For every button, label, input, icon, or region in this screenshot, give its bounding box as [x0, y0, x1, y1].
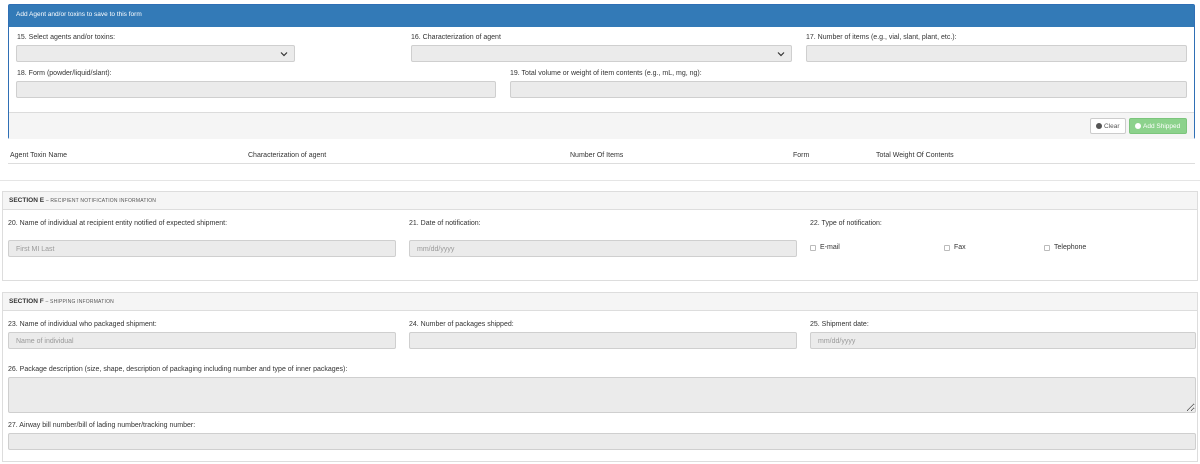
section-divider	[0, 180, 1200, 181]
chevron-down-icon	[777, 52, 785, 57]
plus-circle-icon	[1135, 123, 1141, 129]
add-shipped-button[interactable]: Add Shipped	[1129, 118, 1187, 134]
fax-checkbox[interactable]	[944, 245, 950, 251]
tracking-number-label: 27. Airway bill number/bill of lading nu…	[8, 422, 196, 429]
agent-panel-header: Add Agent and/or toxins to save to this …	[9, 5, 1194, 27]
number-items-label: 17. Number of items (e.g., vial, slant, …	[806, 34, 957, 41]
total-volume-label: 19. Total volume or weight of item conte…	[510, 70, 702, 77]
characterization-dropdown[interactable]	[411, 45, 792, 62]
packages-count-label: 24. Number of packages shipped:	[409, 321, 514, 328]
column-agent-toxin-name: Agent Toxin Name	[10, 152, 68, 159]
clear-button[interactable]: Clear	[1090, 118, 1126, 134]
tracking-number-input[interactable]	[8, 433, 1196, 450]
section-f-subtitle: – SHIPPING INFORMATION	[45, 299, 114, 305]
email-checkbox[interactable]	[810, 245, 816, 251]
email-option-label: E-mail	[820, 244, 840, 251]
package-description-textarea[interactable]	[8, 377, 1196, 413]
packager-name-input[interactable]: Name of individual	[8, 332, 396, 349]
column-characterization: Characterization of agent	[248, 152, 327, 159]
section-f: SECTION F – SHIPPING INFORMATION 23. Nam…	[2, 292, 1198, 462]
fax-option-label: Fax	[954, 244, 966, 251]
package-description-label: 26. Package description (size, shape, de…	[8, 366, 348, 373]
notified-name-input[interactable]: First MI Last	[8, 240, 396, 257]
agent-panel-footer: Clear Add Shipped	[9, 112, 1194, 139]
chevron-down-icon	[280, 52, 288, 57]
notification-date-input[interactable]: mm/dd/yyyy	[409, 240, 797, 257]
section-e-title: SECTION E	[9, 197, 45, 204]
number-items-input[interactable]	[806, 45, 1187, 62]
notification-type-label: 22. Type of notification:	[810, 220, 882, 227]
packager-name-label: 23. Name of individual who packaged ship…	[8, 321, 157, 328]
column-total-weight: Total Weight Of Contents	[876, 152, 954, 159]
select-agents-dropdown[interactable]	[16, 45, 295, 62]
characterization-label: 16. Characterization of agent	[411, 34, 501, 41]
shipment-date-label: 25. Shipment date:	[810, 321, 869, 328]
form-label: 18. Form (powder/liquid/slant):	[17, 70, 112, 77]
clear-icon	[1096, 123, 1102, 129]
notified-name-label: 20. Name of individual at recipient enti…	[8, 220, 228, 227]
agent-panel: Add Agent and/or toxins to save to this …	[8, 4, 1195, 139]
select-agents-label: 15. Select agents and/or toxins:	[17, 34, 116, 41]
column-number-of-items: Number Of Items	[570, 152, 624, 159]
telephone-option-label: Telephone	[1054, 244, 1087, 251]
table-divider	[8, 163, 1195, 164]
notification-date-label: 21. Date of notification:	[409, 220, 481, 227]
packages-count-input[interactable]	[409, 332, 797, 349]
telephone-checkbox[interactable]	[1044, 245, 1050, 251]
column-form: Form	[793, 152, 810, 159]
shipment-date-input[interactable]: mm/dd/yyyy	[810, 332, 1196, 349]
form-input[interactable]	[16, 81, 496, 98]
section-e-subtitle: – RECIPIENT NOTIFICATION INFORMATION	[45, 198, 157, 204]
total-volume-input[interactable]	[510, 81, 1187, 98]
section-f-title: SECTION F	[9, 298, 44, 305]
section-e-header: SECTION E – RECIPIENT NOTIFICATION INFOR…	[3, 192, 1197, 210]
section-e: SECTION E – RECIPIENT NOTIFICATION INFOR…	[2, 191, 1198, 281]
section-f-header: SECTION F – SHIPPING INFORMATION	[3, 293, 1197, 311]
